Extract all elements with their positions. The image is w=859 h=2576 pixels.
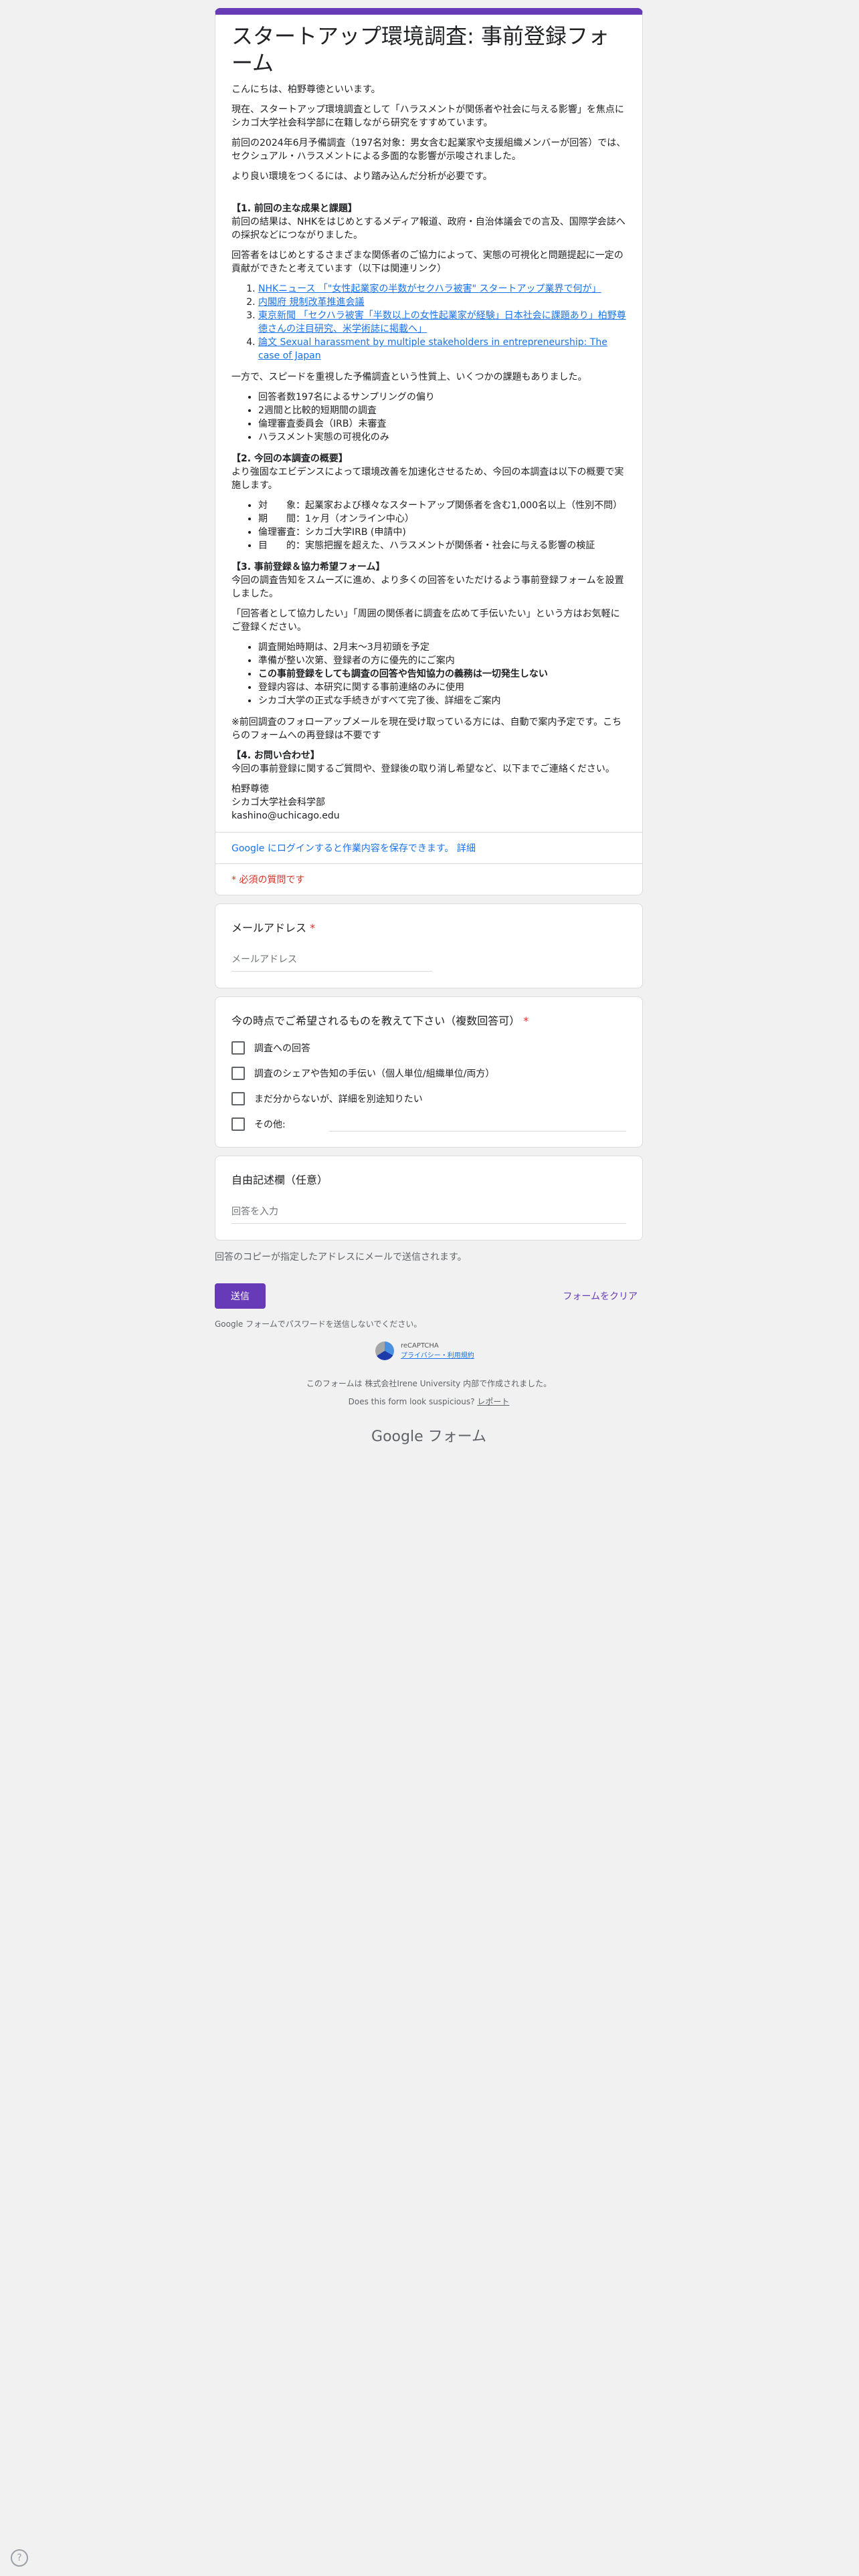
choice-question-card: 今の時点でご希望されるものを教えて下さい（複数回答可） * 調査への回答 調査の…: [215, 996, 643, 1148]
form-actions: 送信 フォームをクリア: [215, 1283, 643, 1309]
free-text-field[interactable]: 回答を入力: [231, 1204, 626, 1224]
intro-research: 現在、スタートアップ環境調査として「ハラスメントが関係者や社会に与える影響」を焦…: [231, 104, 624, 128]
contact-block: 柏野尊徳 シカゴ大学社会科学部 kashino@uchicago.edu: [231, 782, 626, 823]
free-text-question-title: 自由記述欄（任意）: [231, 1174, 328, 1186]
required-note: * 必須の質問です: [215, 863, 642, 895]
login-text[interactable]: Google にログインすると作業内容を保存できます。: [231, 843, 454, 854]
intro-greeting: こんにちは、柏野尊徳といいます。: [231, 84, 381, 95]
list-item: シカゴ大学の正式な手続きがすべて完了後、詳細をご案内: [258, 694, 626, 708]
list-item: 倫理審査委員会（IRB）未審査: [258, 417, 626, 431]
submit-button[interactable]: 送信: [215, 1283, 266, 1309]
contact-email: kashino@uchicago.edu: [231, 811, 340, 821]
link-cabinet-office[interactable]: 内閣府 規制改革推進会議: [258, 297, 364, 308]
checkbox[interactable]: [231, 1041, 245, 1055]
email-field[interactable]: メールアドレス: [231, 952, 432, 972]
list-item: 登録内容は、本研究に関する事前連絡のみに使用: [258, 681, 626, 694]
email-question-card: メールアドレス * メールアドレス: [215, 903, 643, 988]
created-by: このフォームは 株式会社Irene University 内部で作成されました。: [306, 1379, 552, 1388]
list-item: この事前登録をしても調査の回答や告知協力の義務は一切発生しない: [258, 667, 626, 681]
section2-text: より強固なエビデンスによって環境改善を加速化させるため、今回の本調査は以下の概要…: [231, 467, 624, 491]
form-container: スタートアップ環境調査: 事前登録フォーム こんにちは、柏野尊徳といいます。 現…: [215, 8, 643, 1446]
list-item: 期 間：1ヶ月（オンライン中心）: [258, 512, 626, 526]
help-icon[interactable]: ?: [11, 2549, 28, 2567]
issues-list: 回答者数197名によるサンプリングの偏り 2週間と比較的短期間の調査 倫理審査委…: [231, 391, 626, 444]
checkbox[interactable]: [231, 1067, 245, 1080]
recaptcha-badge: reCAPTCHA プライバシー・利用規約: [375, 1341, 482, 1360]
recaptcha-icon: [375, 1341, 394, 1360]
checkbox[interactable]: [231, 1092, 245, 1105]
section1-text: 前回の結果は、NHKをはじめとするメディア報道、政府・自治体議会での言及、国際学…: [231, 217, 626, 241]
checkbox-label: 調査への回答: [254, 1043, 310, 1054]
section1-text2: 回答者をはじめとするさまざまな関係者のご協力によって、実態の可視化と問題提起に一…: [231, 250, 624, 274]
recaptcha-links[interactable]: プライバシー・利用規約: [401, 1350, 474, 1360]
list-item: 2週間と比較的短期間の調査: [258, 404, 626, 417]
choice-question-title: 今の時点でご希望されるものを教えて下さい（複数回答可） *: [231, 1014, 529, 1027]
report-link[interactable]: レポート: [477, 1397, 509, 1406]
related-links-list: NHKニュース 「"女性起業家の半数がセクハラ被害" スタートアップ業界で何が」…: [231, 282, 626, 362]
contact-affiliation: シカゴ大学社会科学部: [231, 797, 325, 808]
list-item: 目 的：実態把握を超えた、ハラスメントが関係者・社会に与える影響の検証: [258, 539, 626, 552]
intro-need: より良い環境をつくるには、より踏み込んだ分析が必要です。: [231, 171, 492, 182]
suspicious-row: Does this form look suspicious? レポート: [215, 1396, 643, 1407]
google-forms-logo: Google フォーム: [371, 1428, 486, 1445]
form-title: スタートアップ環境調査: 事前登録フォーム: [231, 23, 609, 76]
section1-text3: 一方で、スピードを重視した予備調査という性質上、いくつかの課題もありました。: [231, 372, 587, 383]
link-paper[interactable]: 論文 Sexual harassment by multiple stakeho…: [258, 337, 607, 361]
link-nhk-news[interactable]: NHKニュース 「"女性起業家の半数がセクハラ被害" スタートアップ業界で何が」: [258, 284, 601, 294]
clear-form-button[interactable]: フォームをクリア: [557, 1283, 643, 1309]
intro-previous: 前回の2024年6月予備調査（197名対象：男女含む起業家や支援組織メンバーが回…: [231, 138, 626, 162]
suspicious-text: Does this form look suspicious?: [348, 1397, 475, 1406]
copy-note: 回答のコピーが指定したアドレスにメールで送信されます。: [215, 1252, 467, 1263]
login-row: Google にログインすると作業内容を保存できます。 詳細: [215, 832, 642, 863]
checkbox[interactable]: [231, 1117, 245, 1131]
checkbox-answer[interactable]: 調査への回答: [231, 1041, 626, 1055]
email-question-title: メールアドレス *: [231, 922, 316, 934]
recaptcha-label: reCAPTCHA: [401, 1342, 439, 1350]
form-header-card: スタートアップ環境調査: 事前登録フォーム こんにちは、柏野尊徳といいます。 現…: [215, 8, 643, 895]
list-item: 調査開始時期は、2月末〜3月初頭を予定: [258, 641, 626, 654]
overview-list: 対 象：起業家および様々なスタートアップ関係者を含む1,000名以上（性別不問）…: [231, 499, 626, 552]
checkbox-label: その他:: [254, 1119, 286, 1130]
notes-list: 調査開始時期は、2月末〜3月初頭を予定 準備が整い次第、登録者の方に優先的にご案…: [231, 641, 626, 708]
section3-text: 今回の調査告知をスムーズに進め、より多くの回答をいただけるよう事前登録フォームを…: [231, 575, 624, 599]
password-warning: Google フォームでパスワードを送信しないでください。: [215, 1319, 422, 1329]
list-item: 準備が整い次第、登録者の方に優先的にご案内: [258, 654, 626, 667]
section3-text3: ※前回調査のフォローアップメールを現在受け取っている方には、自動で案内予定です。…: [231, 717, 622, 741]
other-input[interactable]: [328, 1117, 626, 1132]
login-details-link[interactable]: 詳細: [457, 843, 476, 854]
list-item: 倫理審査：シカゴ大学IRB (申請中): [258, 526, 626, 539]
checkbox-share[interactable]: 調査のシェアや告知の手伝い（個人単位/組織単位/両方）: [231, 1067, 626, 1080]
list-item: ハラスメント実態の可視化のみ: [258, 431, 626, 444]
section4-title: 【4. お問い合わせ】: [231, 750, 320, 761]
checkbox-other[interactable]: その他:: [231, 1117, 626, 1132]
section2-title: 【2. 今回の本調査の概要】: [231, 453, 348, 464]
list-item: 回答者数197名によるサンプリングの偏り: [258, 391, 626, 404]
section4-text: 今回の事前登録に関するご質問や、登録後の取り消し希望など、以下までご連絡ください…: [231, 764, 615, 774]
section1-title: 【1. 前回の主な成果と課題】: [231, 203, 357, 214]
free-text-question-card: 自由記述欄（任意） 回答を入力: [215, 1156, 643, 1241]
checkbox-label: 調査のシェアや告知の手伝い（個人単位/組織単位/両方）: [254, 1069, 495, 1079]
link-tokyo-shimbun[interactable]: 東京新聞 「セクハラ被害「半数以上の女性起業家が経験」日本社会に課題あり」柏野尊…: [258, 310, 626, 334]
list-item: 対 象：起業家および様々なスタートアップ関係者を含む1,000名以上（性別不問）: [258, 499, 626, 512]
checkbox-label: まだ分からないが、詳細を別途知りたい: [254, 1094, 423, 1105]
section3-text2: 「回答者として協力したい」「周囲の関係者に調査を広めて手伝いたい」という方はお気…: [231, 609, 620, 633]
contact-name: 柏野尊徳: [231, 784, 269, 794]
checkbox-undecided[interactable]: まだ分からないが、詳細を別途知りたい: [231, 1092, 626, 1105]
section3-title: 【3. 事前登録＆協力希望フォーム】: [231, 562, 385, 572]
